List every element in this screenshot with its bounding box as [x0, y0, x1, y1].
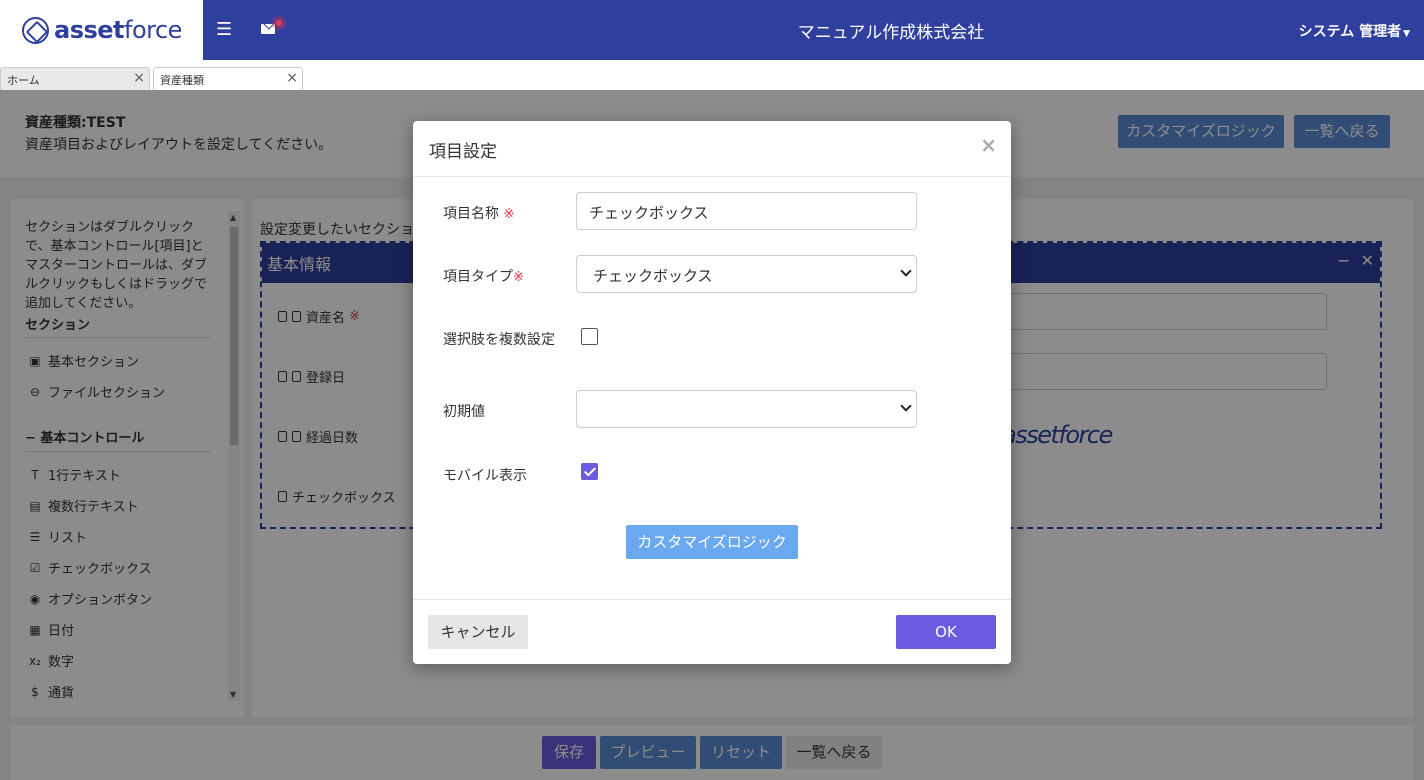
- close-icon[interactable]: ×: [133, 70, 145, 86]
- label-text: 項目名称: [443, 206, 499, 222]
- required-mark: ※: [503, 207, 515, 222]
- tab-asset-type[interactable]: 資産種類 ×: [153, 67, 303, 90]
- chevron-down-icon: [900, 400, 912, 412]
- dialog-title: 項目設定: [429, 142, 497, 162]
- user-menu[interactable]: システム 管理者 ▼: [1299, 21, 1410, 41]
- logo-text: assetforce: [54, 16, 182, 44]
- ok-button[interactable]: OK: [896, 615, 996, 649]
- company-name: マニュアル作成株式会社: [797, 23, 985, 43]
- select-value: チェックボックス: [593, 267, 713, 285]
- mail-icon[interactable]: [259, 15, 289, 43]
- cancel-button[interactable]: キャンセル: [428, 615, 528, 649]
- tab-bar: ホーム × 資産種類 ×: [0, 60, 1424, 90]
- field-type-label: 項目タイプ※: [443, 266, 524, 286]
- field-name-label: 項目名称 ※: [443, 203, 514, 223]
- app-logo[interactable]: assetforce: [0, 0, 203, 60]
- chevron-down-icon: ▼: [1403, 29, 1410, 39]
- chevron-down-icon: [900, 265, 912, 277]
- field-name-input[interactable]: チェックボックス: [576, 192, 917, 230]
- field-settings-dialog: 項目設定 × 項目名称 ※ チェックボックス 項目タイプ※ チェックボックス 選…: [413, 121, 1011, 664]
- close-icon[interactable]: ×: [980, 133, 997, 157]
- tab-home[interactable]: ホーム ×: [0, 67, 150, 90]
- default-value-label: 初期値: [443, 404, 485, 420]
- divider: [413, 599, 1011, 600]
- notification-dot: [272, 16, 286, 30]
- divider: [413, 176, 1011, 177]
- user-name: システム 管理者: [1298, 24, 1402, 40]
- close-icon[interactable]: ×: [286, 70, 298, 86]
- multi-choice-label: 選択肢を複数設定: [443, 332, 555, 348]
- field-type-select[interactable]: チェックボックス: [576, 255, 917, 293]
- required-mark: ※: [513, 270, 524, 285]
- mobile-display-label: モバイル表示: [443, 468, 527, 484]
- app-header: assetforce ☰ マニュアル作成株式会社 システム 管理者 ▼: [0, 0, 1424, 60]
- default-value-select[interactable]: [576, 390, 917, 428]
- logo-mark-icon: [22, 16, 49, 44]
- tab-label: ホーム: [7, 74, 40, 87]
- mobile-display-checkbox[interactable]: [581, 463, 598, 480]
- multi-choice-checkbox[interactable]: [581, 328, 598, 345]
- hamburger-menu-icon[interactable]: ☰: [216, 20, 232, 40]
- label-text: 項目タイプ: [443, 269, 513, 285]
- custom-logic-button[interactable]: カスタマイズロジック: [626, 525, 798, 559]
- tab-label: 資産種類: [160, 74, 204, 87]
